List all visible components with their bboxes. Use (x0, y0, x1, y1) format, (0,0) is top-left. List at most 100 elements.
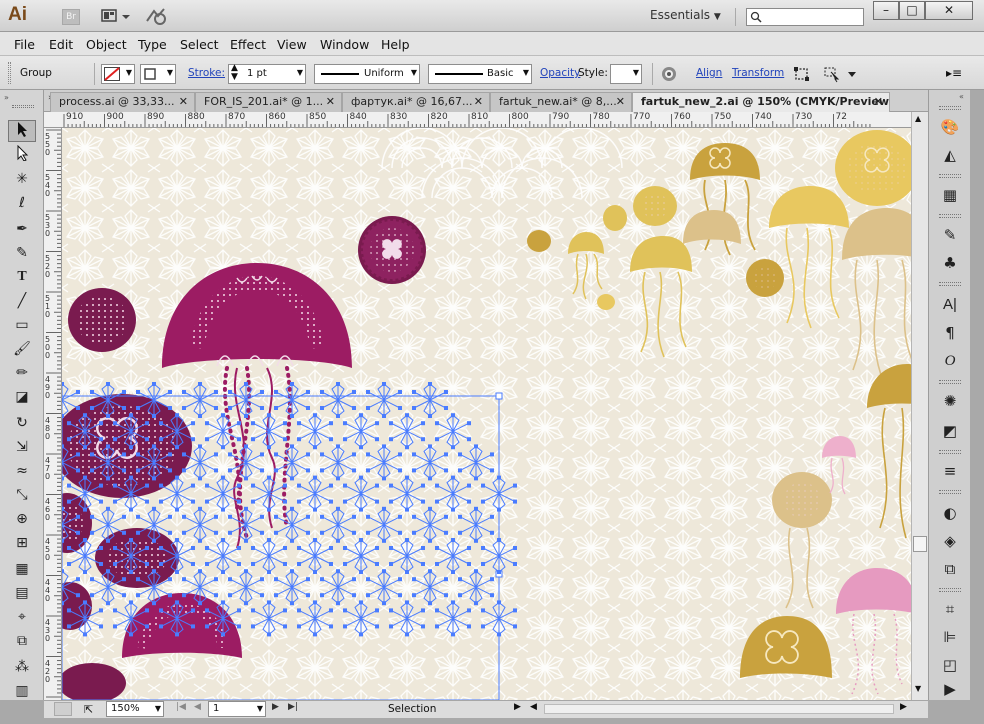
status-menu-icon[interactable]: ▶ (514, 702, 521, 712)
pathfinder-panel-icon[interactable]: ◰ (933, 654, 967, 676)
menu-effect[interactable]: Effect (230, 37, 266, 52)
stroke-weight-field[interactable]: ▲ ▼ 1 pt ▼ (228, 64, 306, 84)
scroll-right-icon[interactable]: ▶ (900, 702, 907, 712)
scroll-down-icon[interactable]: ▼ (915, 684, 921, 693)
shape-builder-tool-icon[interactable]: ⊕ (8, 508, 36, 530)
align-panel-link[interactable]: Align (696, 67, 722, 79)
pencil-tool-icon[interactable]: ✏ (8, 362, 36, 384)
export-icon[interactable]: ⇱ (84, 703, 93, 716)
artboards-panel-icon[interactable]: ⧉ (933, 558, 967, 580)
direct-selection-tool-icon[interactable] (8, 144, 36, 166)
zoom-dropdown[interactable]: 150% ▼ (106, 701, 164, 717)
artboard-canvas[interactable] (62, 128, 911, 700)
blend-tool-icon[interactable]: ⧉ (8, 630, 36, 652)
line-tool-icon[interactable]: ╱ (8, 290, 36, 312)
stroke-panel-link[interactable]: Stroke: (188, 67, 225, 79)
column-graph-tool-icon[interactable]: ▥ (8, 680, 36, 702)
opacity-panel-link[interactable]: Opacity (540, 67, 580, 79)
transparency-panel-icon[interactable]: ◐ (933, 502, 967, 524)
brush-definition-dropdown[interactable]: Basic ▼ (428, 64, 532, 84)
next-artboard-icon[interactable]: ▶ (272, 702, 279, 712)
collapse-panel-icon[interactable]: » (4, 93, 9, 102)
character-panel-icon[interactable]: A| (933, 294, 967, 316)
arrange-documents-icon[interactable] (100, 7, 136, 27)
maximize-button[interactable]: □ (899, 1, 925, 20)
close-tab-icon[interactable]: ✕ (326, 95, 335, 108)
symbols-panel-icon[interactable]: ♣ (933, 252, 967, 274)
eyedropper-tool-icon[interactable]: ⌖ (8, 606, 36, 628)
mesh-tool-icon[interactable]: ▦ (8, 558, 36, 580)
artboard-options-icon[interactable] (54, 702, 72, 716)
workspace-switcher[interactable]: Essentials ▼ (650, 8, 730, 26)
panel-grip[interactable] (939, 380, 961, 384)
scroll-up-icon[interactable]: ▲ (915, 114, 921, 123)
curvature-tool-icon[interactable]: ✎ (8, 242, 36, 264)
lasso-tool-icon[interactable]: ℓ (8, 192, 36, 214)
previous-artboard-icon[interactable]: ◀ (194, 702, 201, 712)
first-artboard-icon[interactable]: |◀ (176, 702, 186, 712)
brushes-panel-icon[interactable]: ✎ (933, 224, 967, 246)
grip-handle[interactable] (8, 62, 11, 84)
actions-panel-icon[interactable]: ▶ (933, 678, 967, 700)
stroke-color-dropdown[interactable]: ▼ (140, 64, 176, 84)
type-tool-icon[interactable]: T (8, 266, 36, 288)
recolor-artwork-icon[interactable] (660, 65, 678, 83)
gpu-performance-icon[interactable] (144, 7, 180, 27)
scale-tool-icon[interactable]: ⇲ (8, 436, 36, 458)
menu-window[interactable]: Window (320, 37, 369, 52)
variable-width-profile-dropdown[interactable]: Uniform ▼ (314, 64, 420, 84)
close-button[interactable]: ✕ (925, 1, 973, 20)
panel-grip[interactable] (939, 282, 961, 286)
menu-edit[interactable]: Edit (49, 37, 73, 52)
selection-tool-icon[interactable] (8, 120, 36, 142)
panel-grip[interactable] (939, 174, 961, 178)
menu-view[interactable]: View (277, 37, 307, 52)
horizontal-ruler[interactable]: 910 900 890 880 870 860 850 840 830 820 810 800 790 7… (44, 112, 912, 128)
gradient-tool-icon[interactable]: ▤ (8, 582, 36, 604)
select-similar-icon[interactable] (822, 65, 858, 83)
panel-menu-icon[interactable]: ▸≡ (946, 66, 964, 82)
swatches-panel-icon[interactable]: ▦ (933, 184, 967, 206)
menu-type[interactable]: Type (138, 37, 167, 52)
tab-fartuk[interactable]: фартук.ai* @ 16,67... ✕ (342, 92, 490, 112)
eraser-tool-icon[interactable]: ◪ (8, 386, 36, 408)
fill-color-dropdown[interactable]: ▼ (101, 64, 135, 84)
stepper-arrows-icon[interactable]: ▲ ▼ (231, 64, 238, 82)
pen-tool-icon[interactable]: ✒ (8, 218, 36, 240)
menu-file[interactable]: File (14, 37, 35, 52)
symbol-sprayer-tool-icon[interactable]: ⁂ (8, 656, 36, 678)
isolate-group-icon[interactable] (792, 65, 812, 83)
rectangle-tool-icon[interactable]: ▭ (8, 314, 36, 336)
bridge-button[interactable]: Br (62, 9, 80, 25)
menu-select[interactable]: Select (180, 37, 219, 52)
graphic-styles-panel-icon[interactable]: ◩ (933, 420, 967, 442)
close-tab-icon[interactable]: ✕ (874, 95, 883, 108)
tab-process[interactable]: process.ai @ 33,33... ✕ (50, 92, 195, 112)
color-guide-icon[interactable]: ◭ (933, 144, 967, 166)
last-artboard-icon[interactable]: ▶| (288, 702, 298, 712)
color-panel-icon[interactable]: 🎨 (933, 116, 967, 138)
tab-fartuk-new[interactable]: fartuk_new.ai* @ 8,... ✕ (490, 92, 632, 112)
magic-wand-tool-icon[interactable]: ✳ (8, 168, 36, 190)
free-transform-tool-icon[interactable]: ⤡ (8, 484, 36, 506)
minimize-button[interactable]: – (873, 1, 899, 20)
transform-panel-icon[interactable]: ⌗ (933, 598, 967, 620)
panel-grip[interactable] (939, 106, 961, 110)
panel-grip[interactable] (939, 588, 961, 592)
paintbrush-tool-icon[interactable]: 🖌 (8, 338, 36, 360)
align-panel-icon[interactable]: ⊫ (933, 626, 967, 648)
panel-grip[interactable] (939, 214, 961, 218)
close-tab-icon[interactable]: ✕ (616, 95, 625, 108)
expand-panels-icon[interactable]: « (959, 92, 964, 101)
close-tab-icon[interactable]: ✕ (179, 95, 188, 108)
scroll-thumb[interactable] (913, 536, 927, 552)
rotate-tool-icon[interactable]: ↻ (8, 412, 36, 434)
horizontal-scrollbar[interactable] (544, 704, 894, 714)
panel-grip[interactable] (12, 105, 34, 108)
graphic-style-dropdown[interactable]: ▼ (610, 64, 642, 84)
artboard-number-field[interactable]: 1 ▼ (208, 701, 266, 717)
menu-help[interactable]: Help (381, 37, 410, 52)
stroke-panel-icon[interactable]: ≡ (933, 460, 967, 482)
panel-grip[interactable] (939, 490, 961, 494)
tab-fartuk-new-2[interactable]: fartuk_new_2.ai @ 150% (CMYK/Preview) ✕ (632, 92, 890, 113)
